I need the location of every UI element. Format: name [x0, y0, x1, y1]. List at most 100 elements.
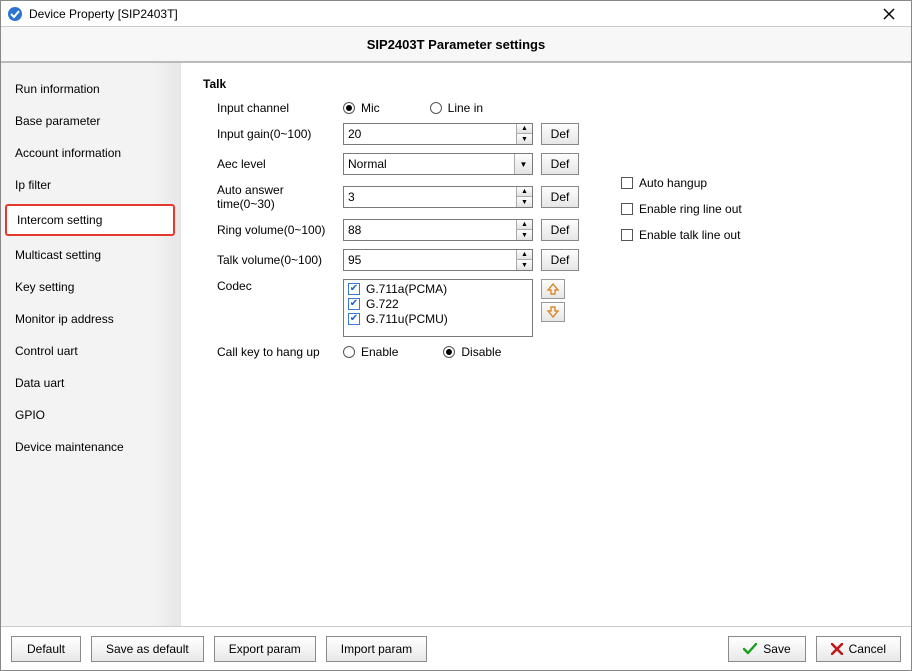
radio-label: Mic [361, 101, 380, 115]
move-down-button[interactable] [541, 302, 565, 322]
label-call-key-hangup: Call key to hang up [203, 345, 343, 359]
import-param-button[interactable]: Import param [326, 636, 427, 662]
ring-volume-input[interactable] [344, 220, 516, 240]
sidebar-item-monitor-ip-address[interactable]: Monitor ip address [1, 303, 181, 335]
page-header: SIP2403T Parameter settings [1, 27, 911, 63]
aec-level-select[interactable]: ▼ [343, 153, 533, 175]
codec-item[interactable]: ✔ G.722 [348, 297, 528, 311]
close-button[interactable] [873, 4, 905, 24]
sidebar-item-key-setting[interactable]: Key setting [1, 271, 181, 303]
arrow-down-icon [546, 306, 560, 318]
chevron-down-icon: ▼ [520, 160, 528, 169]
checkbox-box-icon [621, 203, 633, 215]
sidebar-item-device-maintenance[interactable]: Device maintenance [1, 431, 181, 463]
talk-volume-field[interactable]: ▲ ▼ [343, 249, 533, 271]
def-button-auto-answer[interactable]: Def [541, 186, 579, 208]
def-button-aec-level[interactable]: Def [541, 153, 579, 175]
codec-listbox[interactable]: ✔ G.711a(PCMA) ✔ G.722 ✔ G.711u(PCMU) [343, 279, 533, 337]
save-button[interactable]: Save [728, 636, 805, 662]
app-icon [7, 6, 23, 22]
auto-answer-field[interactable]: ▲ ▼ [343, 186, 533, 208]
input-gain-input[interactable] [344, 124, 516, 144]
codec-item-label: G.711u(PCMU) [366, 312, 448, 326]
def-button-talk-volume[interactable]: Def [541, 249, 579, 271]
sidebar-item-label: GPIO [15, 408, 45, 422]
label-input-gain: Input gain(0~100) [203, 127, 343, 141]
sidebar-item-multicast-setting[interactable]: Multicast setting [1, 239, 181, 271]
sidebar-item-account-information[interactable]: Account information [1, 137, 181, 169]
spin-up-button[interactable]: ▲ [517, 124, 532, 134]
cancel-button[interactable]: Cancel [816, 636, 901, 662]
def-button-ring-volume[interactable]: Def [541, 219, 579, 241]
row-aec-level: Aec level ▼ Def [203, 153, 893, 175]
dropdown-button[interactable]: ▼ [514, 154, 532, 174]
move-up-button[interactable] [541, 279, 565, 299]
input-gain-field[interactable]: ▲ ▼ [343, 123, 533, 145]
spin-down-button[interactable]: ▼ [517, 260, 532, 270]
row-auto-answer: Auto answer time(0~30) ▲ ▼ Def [203, 183, 893, 211]
radio-input-channel-mic[interactable]: Mic [343, 101, 380, 115]
sidebar-item-intercom-setting[interactable]: Intercom setting [5, 204, 175, 236]
sidebar-item-run-information[interactable]: Run information [1, 73, 181, 105]
radio-call-key-disable[interactable]: Disable [443, 345, 501, 359]
codec-item[interactable]: ✔ G.711a(PCMA) [348, 282, 528, 296]
titlebar: Device Property [SIP2403T] [1, 1, 911, 27]
section-title-talk: Talk [203, 77, 893, 91]
radio-dot-icon [343, 102, 355, 114]
body: Run information Base parameter Account i… [1, 63, 911, 626]
sidebar-item-label: Key setting [15, 280, 74, 294]
label-aec-level: Aec level [203, 157, 343, 171]
checkbox-label: Enable ring line out [639, 202, 742, 216]
content-panel: Talk Input channel Mic Line in Inpu [181, 63, 911, 626]
row-input-channel: Input channel Mic Line in [203, 101, 893, 115]
checkbox-auto-hangup[interactable]: Auto hangup [621, 176, 742, 190]
radio-label: Enable [361, 345, 398, 359]
radio-input-channel-linein[interactable]: Line in [430, 101, 483, 115]
auto-answer-input[interactable] [344, 187, 516, 207]
sidebar-item-gpio[interactable]: GPIO [1, 399, 181, 431]
def-button-input-gain[interactable]: Def [541, 123, 579, 145]
sidebar: Run information Base parameter Account i… [1, 63, 181, 626]
sidebar-item-label: Multicast setting [15, 248, 101, 262]
label-talk-volume: Talk volume(0~100) [203, 253, 343, 267]
checkbox-icon[interactable]: ✔ [348, 283, 360, 295]
row-talk-volume: Talk volume(0~100) ▲ ▼ Def [203, 249, 893, 271]
checkbox-icon[interactable]: ✔ [348, 313, 360, 325]
sidebar-item-ip-filter[interactable]: Ip filter [1, 169, 181, 201]
sidebar-item-data-uart[interactable]: Data uart [1, 367, 181, 399]
sidebar-item-label: Device maintenance [15, 440, 124, 454]
spin-down-button[interactable]: ▼ [517, 230, 532, 240]
talk-volume-input[interactable] [344, 250, 516, 270]
save-as-default-button[interactable]: Save as default [91, 636, 204, 662]
sidebar-item-control-uart[interactable]: Control uart [1, 335, 181, 367]
aec-level-value[interactable] [344, 154, 514, 174]
device-property-window: Device Property [SIP2403T] SIP2403T Para… [0, 0, 912, 671]
sidebar-item-label: Base parameter [15, 114, 100, 128]
radio-label: Line in [448, 101, 483, 115]
spin-up-button[interactable]: ▲ [517, 220, 532, 230]
footer: Default Save as default Export param Imp… [1, 626, 911, 670]
spin-down-button[interactable]: ▼ [517, 134, 532, 144]
codec-item[interactable]: ✔ G.711u(PCMU) [348, 312, 528, 326]
spinner: ▲ ▼ [516, 250, 532, 270]
ring-volume-field[interactable]: ▲ ▼ [343, 219, 533, 241]
sidebar-item-base-parameter[interactable]: Base parameter [1, 105, 181, 137]
row-call-key-hangup: Call key to hang up Enable Disable [203, 345, 893, 359]
row-codec: Codec ✔ G.711a(PCMA) ✔ G.722 ✔ [203, 279, 893, 337]
window-title: Device Property [SIP2403T] [29, 7, 178, 21]
arrow-up-icon [546, 283, 560, 295]
checkbox-enable-ring-line-out[interactable]: Enable ring line out [621, 202, 742, 216]
export-param-button[interactable]: Export param [214, 636, 316, 662]
checkbox-enable-talk-line-out[interactable]: Enable talk line out [621, 228, 742, 242]
close-icon [883, 8, 895, 20]
side-checkbox-column: Auto hangup Enable ring line out Enable … [621, 176, 742, 242]
codec-item-label: G.711a(PCMA) [366, 282, 447, 296]
spin-down-button[interactable]: ▼ [517, 197, 532, 207]
spin-up-button[interactable]: ▲ [517, 250, 532, 260]
checkbox-icon[interactable]: ✔ [348, 298, 360, 310]
default-button[interactable]: Default [11, 636, 81, 662]
check-icon [743, 643, 757, 655]
radio-call-key-enable[interactable]: Enable [343, 345, 398, 359]
spin-up-button[interactable]: ▲ [517, 187, 532, 197]
label-input-channel: Input channel [203, 101, 343, 115]
